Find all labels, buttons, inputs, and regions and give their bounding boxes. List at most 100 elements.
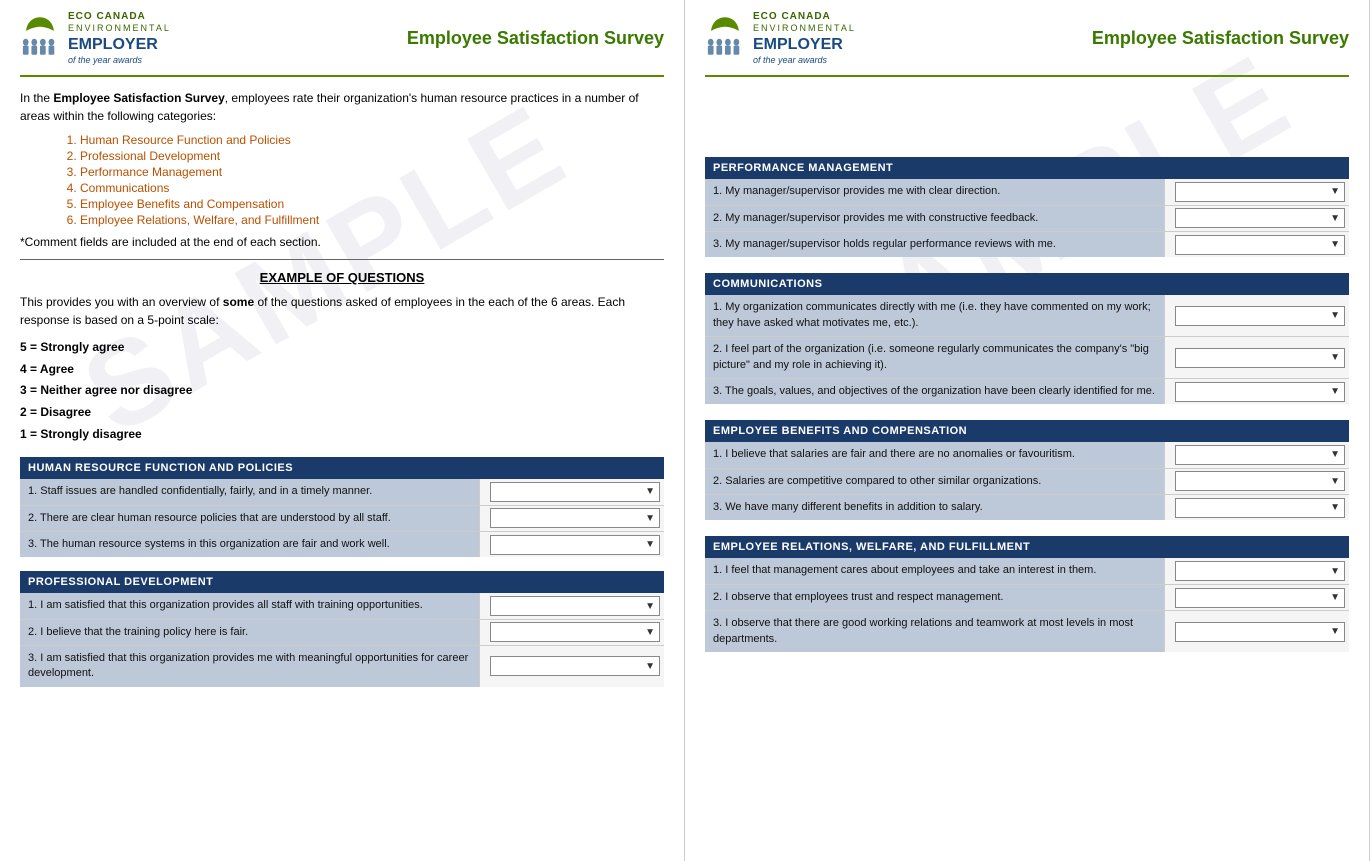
select-box[interactable]: ▼ bbox=[1175, 208, 1345, 228]
table-row: 2. I observe that employees trust and re… bbox=[705, 585, 1349, 611]
dropdown-arrow-icon: ▼ bbox=[1330, 386, 1340, 397]
dropdown-wrapper[interactable]: ▼ bbox=[479, 506, 664, 531]
question-text: 3. I observe that there are good working… bbox=[705, 611, 1164, 652]
dropdown-arrow-icon: ▼ bbox=[645, 513, 655, 524]
intro-bold: Employee Satisfaction Survey bbox=[53, 91, 224, 105]
example-text: This provides you with an overview of so… bbox=[20, 293, 664, 329]
select-box[interactable]: ▼ bbox=[1175, 588, 1345, 608]
dropdown-arrow-icon: ▼ bbox=[645, 661, 655, 672]
example-before: This provides you with an overview of bbox=[20, 295, 223, 309]
dropdown-wrapper[interactable]: ▼ bbox=[479, 479, 664, 504]
dropdown-wrapper[interactable]: ▼ bbox=[1164, 232, 1349, 257]
select-box[interactable]: ▼ bbox=[1175, 348, 1345, 368]
dropdown-wrapper[interactable]: ▼ bbox=[479, 620, 664, 645]
table-row: 3. The goals, values, and objectives of … bbox=[705, 379, 1349, 404]
select-box[interactable]: ▼ bbox=[1175, 382, 1345, 402]
question-text: 2. I feel part of the organization (i.e.… bbox=[705, 337, 1164, 378]
logo-right: ECO CANADA ENVIRONMENTAL EMPLOYER of the… bbox=[705, 10, 856, 67]
logo-icon-left bbox=[20, 15, 60, 63]
section-ebc: EMPLOYEE BENEFITS AND COMPENSATION 1. I … bbox=[705, 420, 1349, 520]
dropdown-arrow-icon: ▼ bbox=[1330, 352, 1340, 363]
section-pd: PROFESSIONAL DEVELOPMENT 1. I am satisfi… bbox=[20, 571, 664, 687]
logo-eco-left: ECO CANADA bbox=[68, 10, 171, 23]
select-box[interactable]: ▼ bbox=[1175, 235, 1345, 255]
logo-eco-right: ECO CANADA bbox=[753, 10, 856, 23]
select-box[interactable]: ▼ bbox=[1175, 306, 1345, 326]
dropdown-wrapper[interactable]: ▼ bbox=[479, 593, 664, 618]
dropdown-arrow-icon: ▼ bbox=[1330, 239, 1340, 250]
select-box[interactable]: ▼ bbox=[1175, 445, 1345, 465]
question-text: 3. The goals, values, and objectives of … bbox=[705, 379, 1164, 404]
table-row: 2. I feel part of the organization (i.e.… bbox=[705, 337, 1349, 379]
example-heading: EXAMPLE OF QUESTIONS bbox=[20, 270, 664, 285]
section-erw-header: EMPLOYEE RELATIONS, WELFARE, AND FULFILL… bbox=[705, 536, 1349, 558]
logo-employer-left: EMPLOYER bbox=[68, 35, 171, 56]
select-box[interactable]: ▼ bbox=[1175, 622, 1345, 642]
table-row: 1. I am satisfied that this organization… bbox=[20, 593, 664, 619]
category-item: Communications bbox=[80, 181, 664, 195]
survey-title-right: Employee Satisfaction Survey bbox=[1092, 28, 1349, 49]
table-row: 3. My manager/supervisor holds regular p… bbox=[705, 232, 1349, 257]
select-box[interactable]: ▼ bbox=[490, 482, 660, 502]
example-bold: some bbox=[223, 295, 254, 309]
table-row: 3. We have many different benefits in ad… bbox=[705, 495, 1349, 520]
select-box[interactable]: ▼ bbox=[490, 508, 660, 528]
dropdown-wrapper[interactable]: ▼ bbox=[479, 532, 664, 557]
survey-title-left: Employee Satisfaction Survey bbox=[407, 28, 664, 49]
select-box[interactable]: ▼ bbox=[490, 622, 660, 642]
intro-text: In the Employee Satisfaction Survey, emp… bbox=[20, 89, 664, 125]
dropdown-wrapper[interactable]: ▼ bbox=[1164, 179, 1349, 204]
select-box[interactable]: ▼ bbox=[1175, 471, 1345, 491]
dropdown-wrapper[interactable]: ▼ bbox=[1164, 558, 1349, 583]
dropdown-wrapper[interactable]: ▼ bbox=[479, 646, 664, 687]
section-pm: PERFORMANCE MANAGEMENT 1. My manager/sup… bbox=[705, 157, 1349, 257]
select-box[interactable]: ▼ bbox=[1175, 498, 1345, 518]
leaf-icon-right bbox=[710, 15, 740, 35]
scale-list: 5 = Strongly agree 4 = Agree 3 = Neither… bbox=[20, 337, 664, 445]
dropdown-arrow-icon: ▼ bbox=[1330, 476, 1340, 487]
scale-item: 3 = Neither agree nor disagree bbox=[20, 380, 664, 402]
select-box[interactable]: ▼ bbox=[1175, 561, 1345, 581]
section-comm: COMMUNICATIONS 1. My organization commun… bbox=[705, 273, 1349, 404]
dropdown-wrapper[interactable]: ▼ bbox=[1164, 469, 1349, 494]
left-page: SAMPLE bbox=[0, 0, 685, 861]
scale-item: 4 = Agree bbox=[20, 359, 664, 381]
select-box[interactable]: ▼ bbox=[1175, 182, 1345, 202]
dropdown-arrow-icon: ▼ bbox=[1330, 449, 1340, 460]
logo-environmental-right: ENVIRONMENTAL bbox=[753, 23, 856, 35]
dropdown-wrapper[interactable]: ▼ bbox=[1164, 495, 1349, 520]
select-box[interactable]: ▼ bbox=[490, 535, 660, 555]
question-text: 2. There are clear human resource polici… bbox=[20, 506, 479, 531]
dropdown-wrapper[interactable]: ▼ bbox=[1164, 295, 1349, 336]
table-row: 3. I observe that there are good working… bbox=[705, 611, 1349, 652]
table-row: 2. There are clear human resource polici… bbox=[20, 506, 664, 532]
dropdown-wrapper[interactable]: ▼ bbox=[1164, 442, 1349, 467]
table-row: 1. Staff issues are handled confidential… bbox=[20, 479, 664, 505]
dropdown-wrapper[interactable]: ▼ bbox=[1164, 337, 1349, 378]
scale-item: 2 = Disagree bbox=[20, 402, 664, 424]
logo-left: ECO CANADA ENVIRONMENTAL EMPLOYER of the… bbox=[20, 10, 171, 67]
select-box[interactable]: ▼ bbox=[490, 656, 660, 676]
logo-employer-right: EMPLOYER bbox=[753, 35, 856, 56]
question-text: 2. I observe that employees trust and re… bbox=[705, 585, 1164, 610]
question-text: 3. We have many different benefits in ad… bbox=[705, 495, 1164, 520]
dropdown-wrapper[interactable]: ▼ bbox=[1164, 206, 1349, 231]
dropdown-wrapper[interactable]: ▼ bbox=[1164, 379, 1349, 404]
select-box[interactable]: ▼ bbox=[490, 596, 660, 616]
dropdown-arrow-icon: ▼ bbox=[1330, 502, 1340, 513]
dropdown-arrow-icon: ▼ bbox=[645, 539, 655, 550]
dropdown-wrapper[interactable]: ▼ bbox=[1164, 611, 1349, 652]
question-text: 3. The human resource systems in this or… bbox=[20, 532, 479, 557]
header-right: ECO CANADA ENVIRONMENTAL EMPLOYER of the… bbox=[705, 10, 1349, 77]
logo-icon-right bbox=[705, 15, 745, 63]
dropdown-wrapper[interactable]: ▼ bbox=[1164, 585, 1349, 610]
intro-before: In the bbox=[20, 91, 53, 105]
right-page: SAMPLE bbox=[685, 0, 1370, 861]
question-text: 1. My organization communicates directly… bbox=[705, 295, 1164, 336]
section-ebc-header: EMPLOYEE BENEFITS AND COMPENSATION bbox=[705, 420, 1349, 442]
scale-item: 1 = Strongly disagree bbox=[20, 424, 664, 446]
section-hr: HUMAN RESOURCE FUNCTION AND POLICIES 1. … bbox=[20, 457, 664, 557]
dropdown-arrow-icon: ▼ bbox=[1330, 186, 1340, 197]
question-text: 1. I feel that management cares about em… bbox=[705, 558, 1164, 583]
question-text: 3. I am satisfied that this organization… bbox=[20, 646, 479, 687]
